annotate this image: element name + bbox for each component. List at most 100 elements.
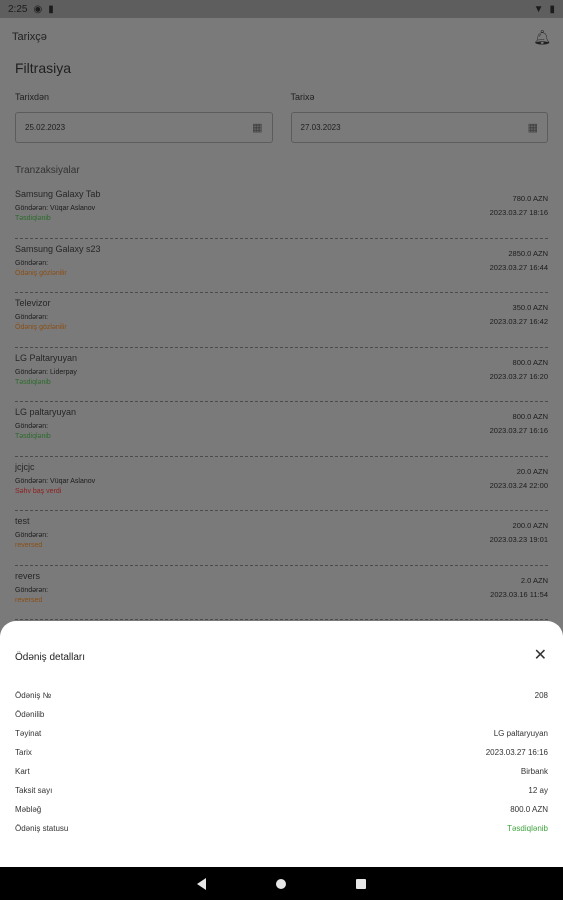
detail-row-installments: Taksit sayı 12 ay bbox=[15, 781, 548, 800]
date-filter: Tarixdən 25.02.2023 ▦ Tarixə 27.03.2023 … bbox=[0, 92, 563, 143]
transaction-item[interactable]: Televizor Göndərən: Ödəniş gözlənilir 35… bbox=[15, 293, 548, 348]
transaction-date: 2023.03.23 19:01 bbox=[489, 535, 548, 544]
detail-value: 2023.03.27 16:16 bbox=[485, 748, 548, 757]
details-list: Ödəniş № 208 Ödənilib Təyinat LG paltary… bbox=[15, 686, 548, 838]
transaction-name: Samsung Galaxy Tab bbox=[15, 189, 101, 199]
calendar-icon[interactable]: ▦ bbox=[252, 121, 262, 134]
transaction-sender: Göndərən: bbox=[15, 586, 49, 594]
detail-label: Təyinat bbox=[15, 729, 42, 738]
transaction-item[interactable]: LG Paltaryuyan Göndərən: Liderpay Təsdiq… bbox=[15, 348, 548, 402]
transaction-item[interactable]: Samsung Galaxy Tab Göndərən: Vüqar Aslan… bbox=[15, 184, 548, 239]
transaction-amount: 20.0 AZN bbox=[516, 466, 548, 476]
transaction-item[interactable]: jcjcjc Göndərən: Vüqar Aslanov Səhv baş … bbox=[15, 457, 548, 511]
transaction-amount: 800.0 AZN bbox=[512, 357, 548, 367]
screen-title: Tarixçə bbox=[12, 31, 47, 43]
detail-row-date: Tarix 2023.03.27 16:16 bbox=[15, 743, 548, 762]
status-time: 2:25 bbox=[8, 3, 28, 15]
detail-label: Ödənilib bbox=[15, 710, 45, 719]
detail-value: 800.0 AZN bbox=[510, 805, 548, 814]
transaction-status: reversed bbox=[15, 542, 43, 549]
detail-value: 12 ay bbox=[528, 786, 548, 795]
system-navigation-bar bbox=[0, 867, 563, 900]
transaction-sender: Göndərən: bbox=[15, 259, 49, 267]
transaction-status: reversed bbox=[15, 596, 43, 604]
transaction-status: Səhv baş verdi bbox=[15, 487, 62, 495]
transaction-date: 2023.03.16 11:54 bbox=[490, 589, 548, 599]
detail-label: Ödəniş statusu bbox=[15, 824, 69, 833]
from-date-field[interactable]: 25.02.2023 ▦ bbox=[15, 112, 273, 143]
transaction-sender: Göndərən: bbox=[15, 532, 49, 539]
sheet-title: Ödəniş detalları bbox=[15, 652, 86, 663]
transaction-sender: Göndərən: bbox=[15, 314, 49, 321]
transaction-sender: Göndərən: Vüqar Aslanov bbox=[15, 205, 96, 212]
to-date-label: Tarixə bbox=[290, 92, 315, 102]
detail-value: 208 bbox=[534, 691, 548, 700]
detail-label: Tarix bbox=[15, 748, 32, 757]
transaction-name: revers bbox=[15, 570, 41, 581]
transaction-item[interactable]: Samsung Galaxy s23 Göndərən: Ödəniş gözl… bbox=[15, 239, 548, 293]
transaction-status: Təsdiqlənib bbox=[15, 433, 51, 440]
transaction-date: 2023.03.27 16:20 bbox=[489, 371, 548, 381]
detail-label: Məbləğ bbox=[15, 805, 42, 814]
back-icon[interactable] bbox=[197, 877, 206, 890]
detail-row-status: Ödəniş statusu Təsdiqlənib bbox=[15, 819, 548, 838]
detail-value: Birbank bbox=[520, 767, 548, 776]
detail-row-purpose: Təyinat LG paltaryuyan bbox=[15, 724, 548, 743]
bell-icon[interactable]: 🔔︎ bbox=[533, 29, 551, 46]
transaction-name: LG Paltaryuyan bbox=[15, 352, 78, 363]
sd-card-icon: ▮ bbox=[48, 3, 54, 15]
to-date-value: 27.03.2023 bbox=[300, 123, 341, 132]
transaction-item[interactable]: LG paltaryuyan Göndərən: Təsdiqlənib 800… bbox=[15, 402, 548, 457]
transaction-amount: 350.0 AZN bbox=[512, 303, 548, 312]
from-date-label: Tarixdən bbox=[15, 92, 50, 102]
transaction-status: Təsdiqlənib bbox=[15, 378, 51, 386]
transaction-date: 2023.03.27 16:42 bbox=[489, 317, 548, 326]
calendar-icon[interactable]: ▦ bbox=[528, 121, 538, 134]
transaction-date: 2023.03.27 18:16 bbox=[489, 208, 548, 217]
detail-row-payment-number: Ödəniş № 208 bbox=[15, 686, 548, 705]
top-bar: Tarixçə 🔔︎ bbox=[0, 18, 563, 56]
detail-row-amount: Məbləğ 800.0 AZN bbox=[15, 800, 548, 819]
transaction-status: Təsdiqlənib bbox=[15, 215, 51, 222]
battery-icon: ▮ bbox=[549, 3, 555, 15]
detail-row-paid: Ödənilib bbox=[15, 705, 548, 724]
transaction-amount: 200.0 AZN bbox=[512, 521, 548, 530]
detail-label: Ödəniş № bbox=[15, 691, 52, 700]
transaction-status: Ödəniş gözlənilir bbox=[15, 269, 67, 277]
status-bar: 2:25 ◉ ▮ ▼ ▮ bbox=[0, 0, 563, 18]
transaction-name: LG paltaryuyan bbox=[15, 407, 77, 417]
transaction-amount: 800.0 AZN bbox=[512, 412, 548, 421]
detail-label: Taksit sayı bbox=[15, 786, 53, 795]
transaction-name: Televizor bbox=[15, 298, 51, 308]
detail-status-value: Təsdiqlənib bbox=[507, 824, 548, 833]
transaction-item[interactable]: revers Göndərən: reversed 2.0 AZN 2023.0… bbox=[15, 566, 548, 620]
detail-row-card: Kart Birbank bbox=[15, 762, 548, 781]
transaction-status: Ödəniş gözlənilir bbox=[15, 324, 67, 331]
transaction-name: jcjcjc bbox=[15, 461, 35, 472]
filter-title: Filtrasiya bbox=[15, 60, 72, 76]
shield-icon: ◉ bbox=[33, 3, 43, 15]
detail-label: Kart bbox=[15, 767, 30, 776]
close-icon[interactable]: ✕ bbox=[534, 648, 547, 664]
transaction-amount: 2850.0 AZN bbox=[508, 248, 548, 258]
transaction-name: test bbox=[15, 516, 30, 526]
transaction-amount: 2.0 AZN bbox=[520, 575, 548, 585]
home-icon[interactable] bbox=[276, 878, 286, 889]
payment-details-sheet: Ödəniş detalları ✕ Ödəniş № 208 Ödənilib… bbox=[0, 621, 563, 867]
transaction-item[interactable]: test Göndərən: reversed 200.0 AZN 2023.0… bbox=[15, 511, 548, 566]
from-date-value: 25.02.2023 bbox=[25, 123, 66, 132]
wifi-icon: ▼ bbox=[533, 3, 544, 15]
transaction-list: Samsung Galaxy Tab Göndərən: Vüqar Aslan… bbox=[0, 184, 563, 620]
transaction-sender: Göndərən: Liderpay bbox=[15, 368, 77, 376]
transaction-name: Samsung Galaxy s23 bbox=[15, 243, 101, 254]
transaction-date: 2023.03.27 16:44 bbox=[489, 262, 548, 272]
transaction-sender: Göndərən: bbox=[15, 423, 49, 430]
detail-value: LG paltaryuyan bbox=[493, 729, 548, 738]
transaction-sender: Göndərən: Vüqar Aslanov bbox=[15, 477, 96, 485]
transaction-amount: 780.0 AZN bbox=[512, 194, 548, 203]
transaction-date: 2023.03.24 22:00 bbox=[489, 480, 548, 490]
to-date-field[interactable]: 27.03.2023 ▦ bbox=[290, 112, 548, 143]
transactions-title: Tranzaksiyalar bbox=[15, 165, 80, 176]
recents-icon[interactable] bbox=[356, 878, 366, 889]
transaction-date: 2023.03.27 16:16 bbox=[489, 426, 548, 435]
